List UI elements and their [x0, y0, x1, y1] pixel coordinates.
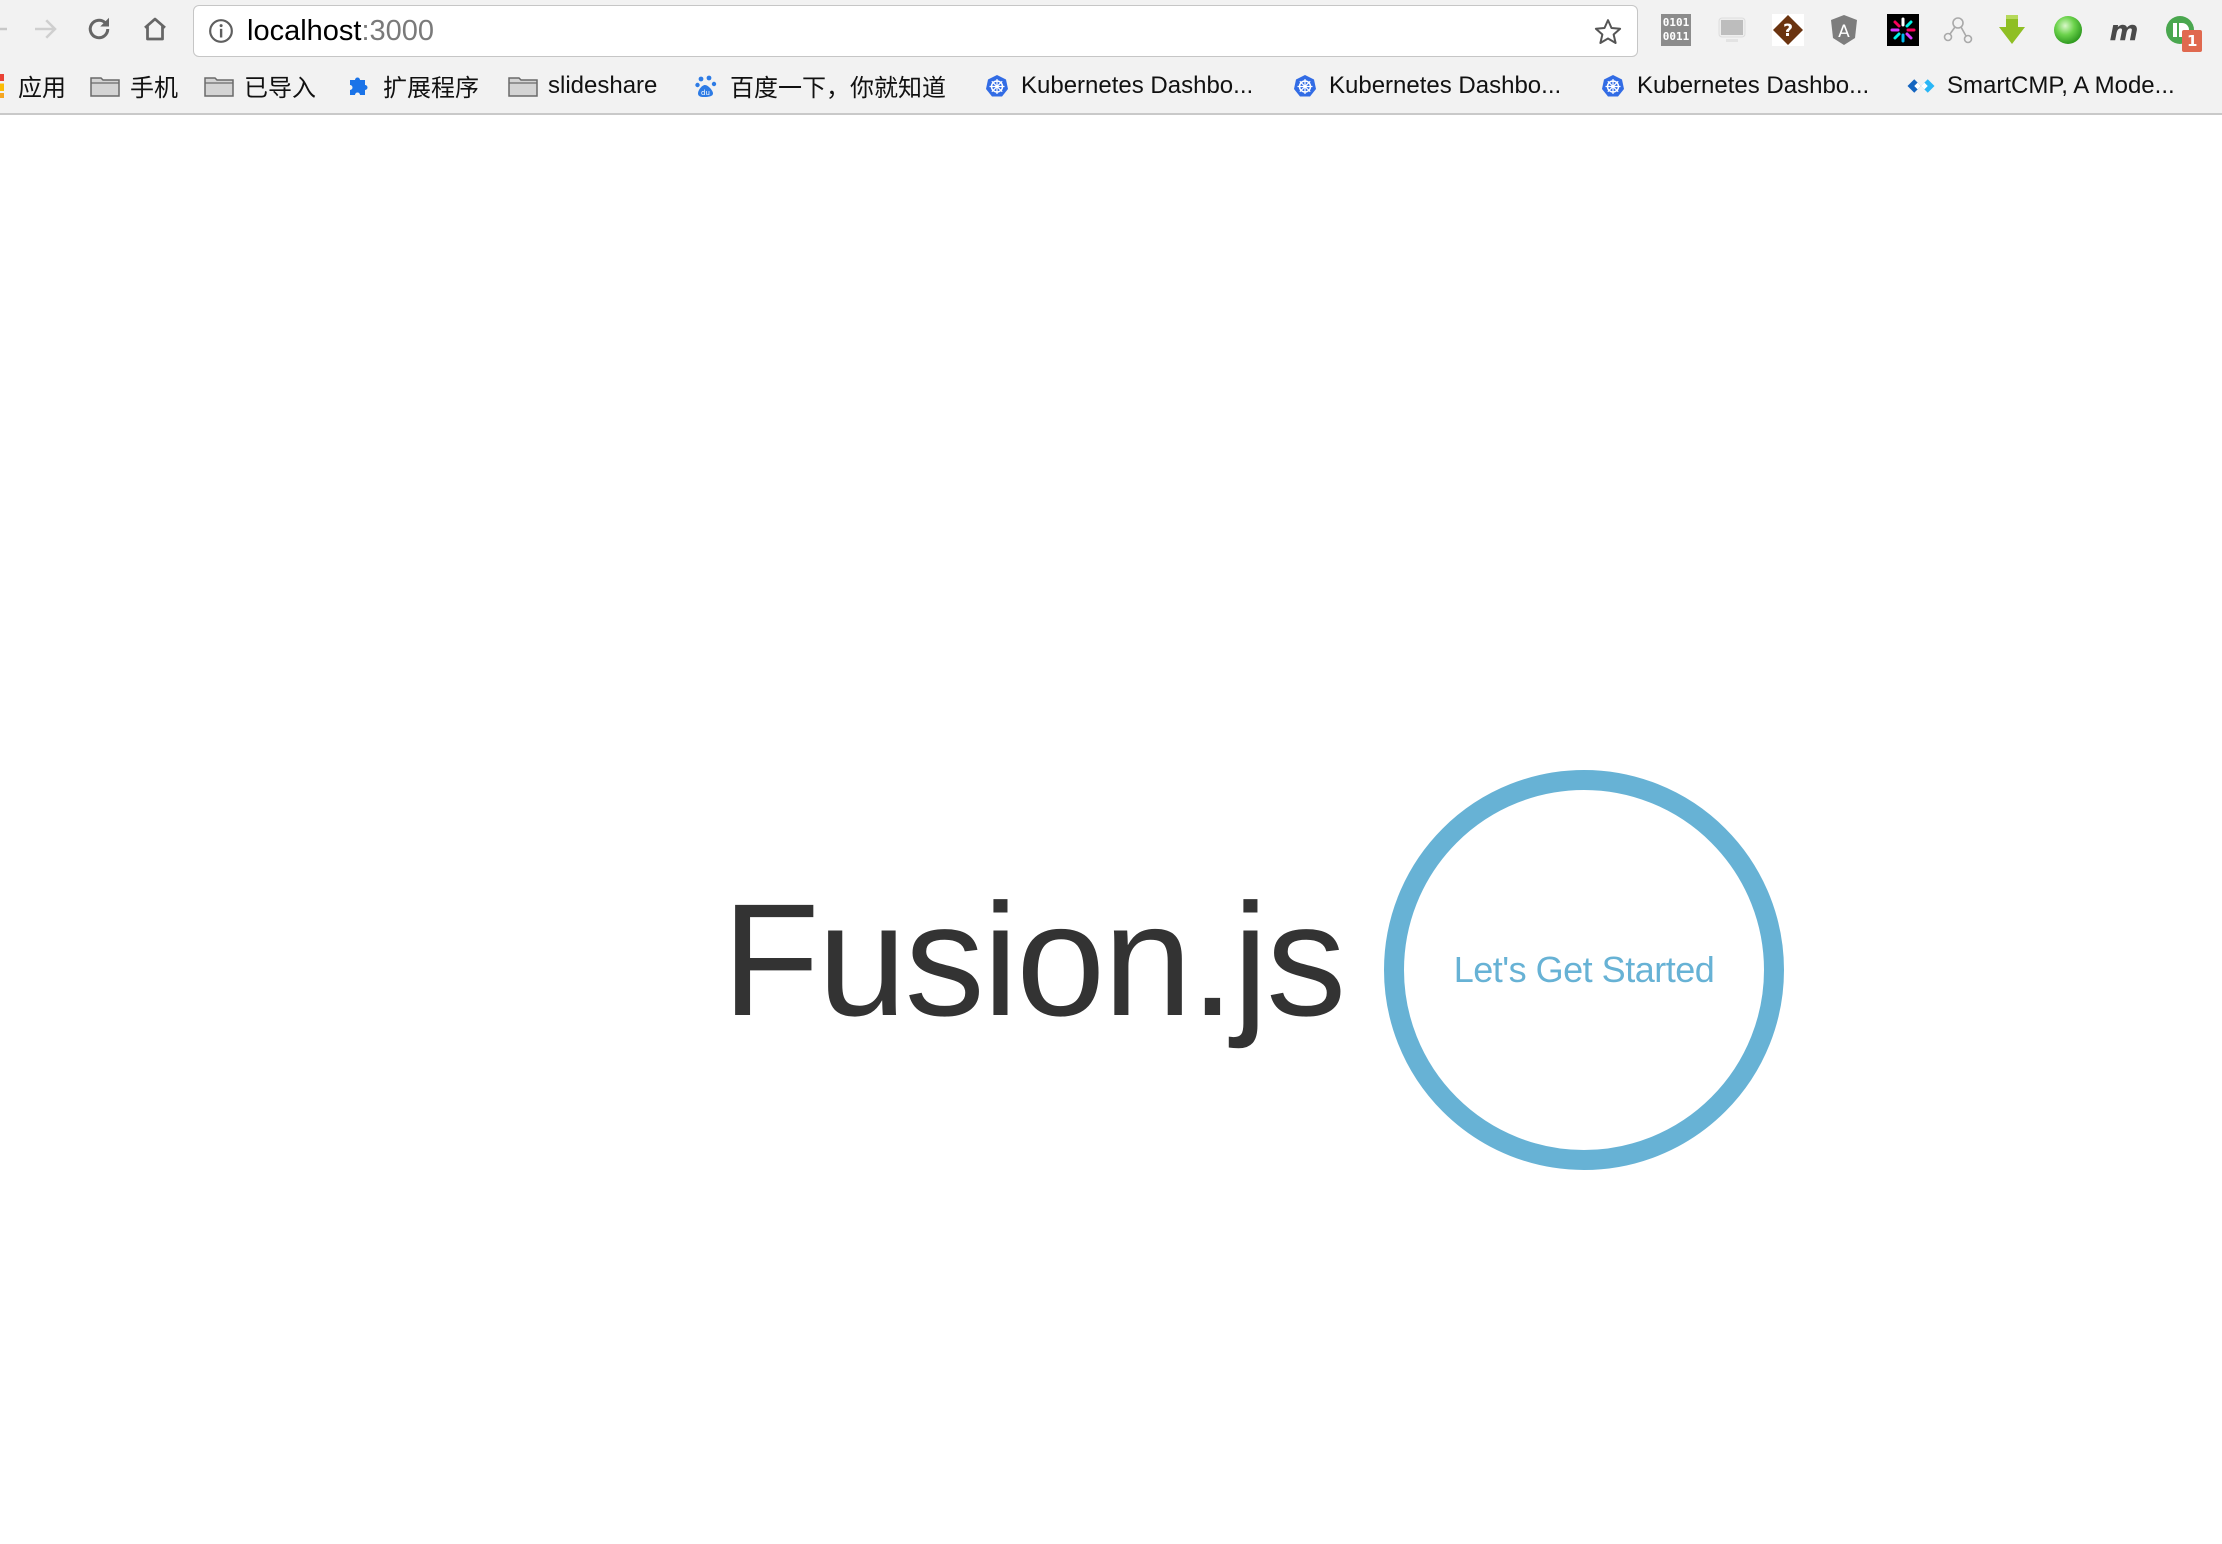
green-ball-icon — [2054, 16, 2082, 44]
bookmark-label: 百度一下，你就知道 — [730, 75, 946, 102]
folder-icon — [508, 76, 538, 97]
extension-pushbullet[interactable]: 1 — [2164, 14, 2203, 52]
address-bar[interactable]: localhost:3000 — [193, 5, 1638, 57]
info-icon[interactable] — [208, 18, 234, 44]
home-icon — [144, 17, 166, 41]
smartcmp-icon — [1907, 78, 1935, 93]
bookmark-folder-slideshare[interactable]: slideshare — [508, 58, 657, 113]
bookmark-baidu[interactable]: du 百度一下，你就知道 — [692, 58, 946, 113]
question-diamond-icon: ? — [1772, 14, 1804, 46]
extension-m[interactable]: m — [2108, 13, 2140, 47]
angular-icon: A — [1831, 15, 1857, 45]
extension-binary[interactable]: 0101 0011 — [1660, 14, 1692, 46]
bookmarks-bar: 应用 手机 已导入 扩展程序 slideshare du 百度一下，你就知道 K… — [0, 58, 2222, 115]
bookmark-label: 扩展程序 — [383, 75, 479, 102]
extension-monitor[interactable] — [1716, 14, 1748, 46]
bookmark-folder-phone[interactable]: 手机 — [90, 58, 178, 113]
svg-text:A: A — [1838, 22, 1850, 42]
url-port: :3000 — [361, 15, 435, 47]
reload-icon — [88, 17, 110, 40]
bookmark-folder-imported[interactable]: 已导入 — [204, 58, 316, 113]
svg-text:du: du — [701, 89, 710, 97]
bookmark-label: 已导入 — [244, 75, 316, 102]
binary-icon: 0101 0011 — [1661, 14, 1691, 46]
m-icon: m — [2109, 13, 2139, 47]
bookmark-label: Kubernetes Dashbo... — [1329, 71, 1562, 99]
extension-angular[interactable]: A — [1828, 14, 1860, 46]
folder-icon — [204, 76, 234, 97]
bookmark-kubernetes-3[interactable]: Kubernetes Dashbo... — [1599, 58, 1869, 113]
bookmark-label: 手机 — [130, 75, 178, 102]
browser-toolbar: localhost:3000 0101 0011 ? A m 1 — [0, 0, 2222, 58]
bookmark-label: 应用 — [18, 75, 66, 102]
apps-grid-icon — [0, 73, 4, 98]
home-button[interactable] — [138, 12, 172, 46]
bookmark-kubernetes-2[interactable]: Kubernetes Dashbo... — [1291, 58, 1561, 113]
monitor-icon — [1718, 17, 1746, 42]
bookmark-extensions[interactable]: 扩展程序 — [345, 58, 479, 113]
extension-badge: 1 — [2182, 30, 2203, 52]
baidu-icon: du — [695, 75, 717, 97]
extension-green-ball[interactable] — [2052, 14, 2084, 46]
bookmark-label: SmartCMP, A Mode... — [1947, 71, 2175, 99]
url-host: localhost — [247, 15, 362, 47]
folder-icon — [90, 76, 120, 97]
bookmark-label: Kubernetes Dashbo... — [1021, 71, 1254, 99]
kubernetes-icon — [986, 74, 1008, 96]
get-started-label: Let's Get Started — [1453, 949, 1715, 990]
reload-button[interactable] — [82, 12, 116, 46]
bookmark-star-icon[interactable] — [1593, 17, 1623, 47]
extension-jwt[interactable] — [1887, 14, 1919, 46]
bookmark-smartcmp[interactable]: SmartCMP, A Mode... — [1905, 58, 2175, 113]
bookmark-label: Kubernetes Dashbo... — [1637, 71, 1870, 99]
svg-text:?: ? — [1783, 21, 1793, 41]
forward-button[interactable] — [28, 12, 62, 46]
bookmark-label: slideshare — [548, 71, 658, 99]
download-arrow-icon — [1999, 15, 2025, 44]
get-started-button[interactable]: Let's Get Started — [1384, 770, 1784, 1170]
back-arrow-icon — [0, 27, 7, 31]
back-button[interactable] — [0, 12, 14, 46]
graph-nodes-icon — [1943, 17, 1973, 44]
forward-arrow-icon — [35, 19, 57, 39]
page-title: Fusion.js — [722, 870, 1346, 1049]
extension-question[interactable]: ? — [1772, 14, 1804, 46]
kubernetes-icon — [1294, 74, 1316, 96]
bookmark-apps[interactable]: 应用 — [0, 58, 66, 113]
extension-graph[interactable] — [1942, 14, 1974, 46]
puzzle-icon — [350, 77, 368, 95]
url-text[interactable]: localhost:3000 — [247, 6, 434, 56]
extension-download[interactable] — [1996, 14, 2028, 46]
bookmark-kubernetes-1[interactable]: Kubernetes Dashbo... — [983, 58, 1253, 113]
jwt-icon — [1887, 14, 1919, 46]
kubernetes-icon — [1602, 74, 1624, 96]
